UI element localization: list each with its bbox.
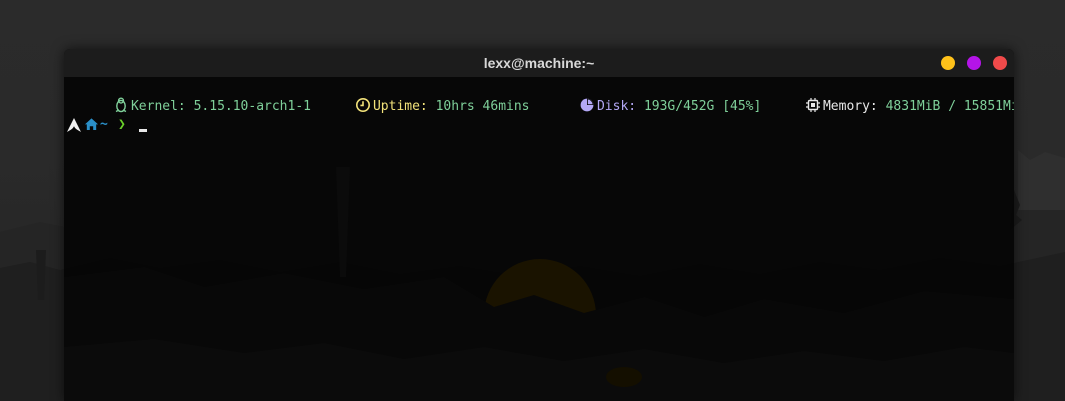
close-button[interactable] [993, 56, 1007, 70]
shell-prompt[interactable]: ~ ❯ [64, 115, 147, 135]
kernel-label: Kernel: [130, 99, 186, 114]
disk-segment: Disk: 193G/452G [45%] [532, 77, 761, 114]
uptime-segment: Uptime: 10hrs 46mins [308, 77, 530, 114]
uptime-label: Uptime: [372, 99, 428, 114]
pie-chart-icon [580, 98, 594, 112]
memory-segment: Memory: 4831MiB / 15851MiB [758, 77, 1014, 114]
arch-linux-icon [67, 118, 81, 132]
text-cursor[interactable] [139, 129, 147, 132]
window-title: lexx@machine:~ [483, 55, 595, 71]
linux-penguin-icon [115, 97, 127, 113]
current-path: ~ [100, 117, 108, 132]
maximize-button[interactable] [967, 56, 981, 70]
memory-value: 4831MiB / 15851MiB [885, 99, 1014, 114]
terminal-window[interactable]: lexx@machine:~ Kernel: 5.15.10-arch1-1 U… [64, 49, 1014, 401]
clock-icon [355, 98, 370, 112]
memory-label: Memory: [822, 99, 878, 114]
uptime-value: 10hrs 46mins [435, 99, 530, 114]
cpu-chip-icon [805, 98, 820, 112]
minimize-button[interactable] [941, 56, 955, 70]
title-bar[interactable]: lexx@machine:~ [64, 49, 1014, 77]
disk-label: Disk: [596, 99, 637, 114]
prompt-symbol: ❯ [118, 117, 126, 132]
home-icon [84, 118, 99, 130]
system-status-line: Kernel: 5.15.10-arch1-1 Uptime: 10hrs 46… [64, 77, 1014, 114]
kernel-value: 5.15.10-arch1-1 [193, 99, 311, 114]
disk-value: 193G/452G [45%] [643, 99, 762, 114]
kernel-segment: Kernel: 5.15.10-arch1-1 [66, 77, 311, 114]
